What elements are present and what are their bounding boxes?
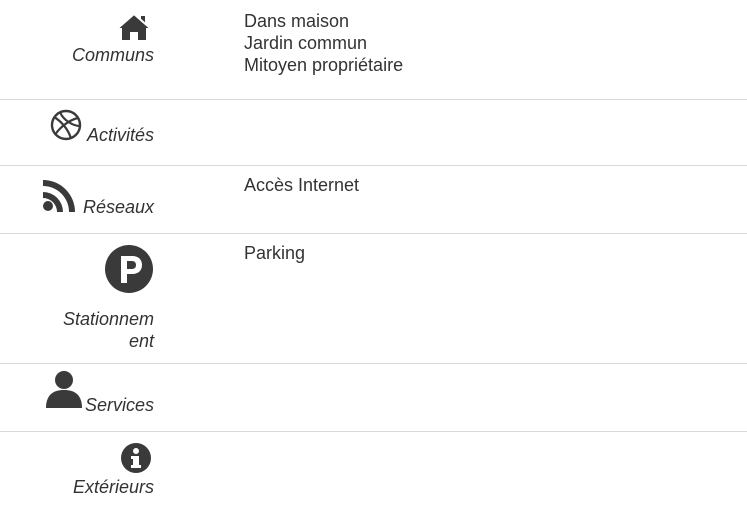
- amenity-value: Parking: [244, 243, 306, 263]
- amenity-row-stationnement: Stationnem ent Parking: [0, 234, 747, 364]
- amenity-label-cell: Activités: [0, 108, 154, 145]
- amenity-value: Dans maison: [244, 11, 350, 31]
- basketball-icon: [47, 108, 87, 142]
- amenity-values: Parking: [244, 242, 305, 264]
- amenity-row-communs: Communs Dans maison Jardin commun Mitoye…: [0, 0, 747, 100]
- amenity-label-line: ent: [128, 331, 154, 351]
- amenity-label: Réseaux: [82, 197, 154, 217]
- amenity-label-cell: Extérieurs: [0, 442, 154, 498]
- amenity-value: Jardin commun: [244, 33, 368, 53]
- amenity-row-services: Services: [0, 364, 747, 432]
- parking-icon: [104, 244, 154, 294]
- info-icon: [120, 442, 152, 474]
- amenities-list: Communs Dans maison Jardin commun Mitoye…: [0, 0, 747, 514]
- amenity-label-cell: Communs: [0, 12, 154, 66]
- amenity-row-activites: Activités: [0, 100, 747, 166]
- amenity-values: Accès Internet: [244, 174, 359, 196]
- amenity-value: Mitoyen propriétaire: [244, 55, 404, 75]
- amenity-label: Communs: [71, 45, 154, 65]
- home-icon: [116, 12, 152, 42]
- amenity-value: Accès Internet: [244, 175, 360, 195]
- user-icon: [43, 370, 85, 410]
- amenity-label-cell: Stationnem ent: [0, 244, 154, 352]
- amenity-label-line: Stationnem: [62, 309, 154, 329]
- amenity-label: Services: [84, 395, 154, 415]
- amenity-row-reseaux: Réseaux Accès Internet: [0, 166, 747, 234]
- amenity-label: Activités: [86, 125, 154, 145]
- amenity-label-cell: Services: [0, 370, 154, 415]
- amenity-label: Extérieurs: [72, 477, 154, 497]
- amenity-row-exterieurs: Extérieurs: [0, 432, 747, 514]
- amenity-label-cell: Réseaux: [0, 176, 154, 217]
- amenity-values: Dans maison Jardin commun Mitoyen propri…: [244, 10, 403, 76]
- rss-icon: [41, 176, 83, 214]
